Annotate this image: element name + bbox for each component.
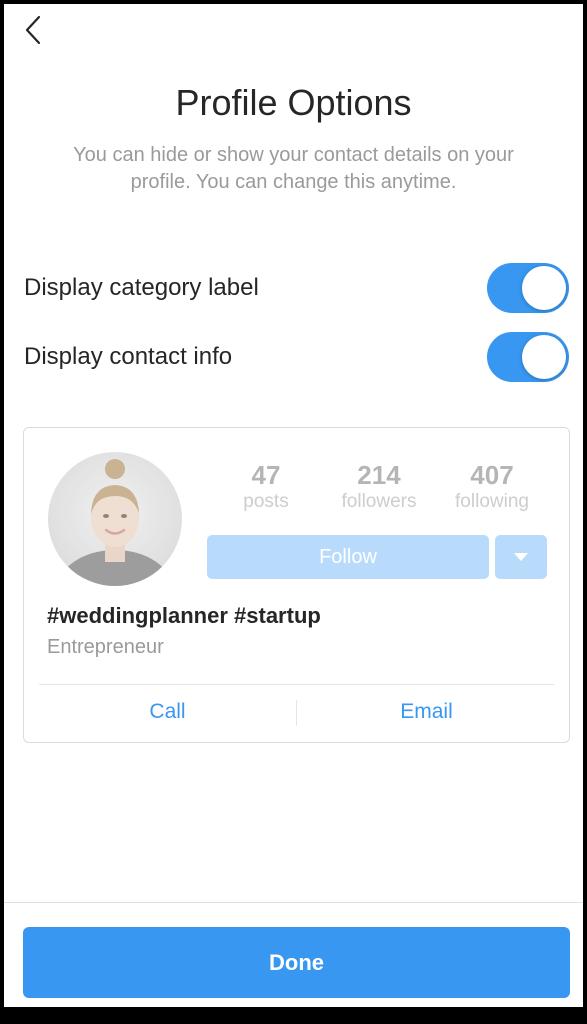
toggle-knob	[522, 335, 566, 379]
follow-button[interactable]: Follow	[207, 535, 489, 579]
profile-preview-card: 47 posts 214 followers 407 following Fol…	[23, 427, 570, 743]
setting-label: Display contact info	[24, 343, 233, 370]
setting-label: Display category label	[24, 274, 259, 301]
follow-dropdown-button[interactable]	[495, 535, 547, 579]
email-link[interactable]: Email	[297, 690, 556, 734]
stat-count: 47	[251, 460, 281, 490]
profile-stats: 47 posts 214 followers 407 following	[214, 460, 554, 514]
stat-count: 214	[357, 460, 401, 490]
divider	[39, 684, 554, 685]
page-subtitle: You can hide or show your contact detail…	[73, 144, 514, 193]
divider	[4, 902, 583, 903]
stat-following: 407 following	[440, 460, 544, 514]
avatar	[48, 452, 182, 586]
stat-label: followers	[341, 491, 417, 512]
toggle-knob	[522, 266, 566, 310]
stat-count: 407	[470, 460, 514, 490]
stat-label: posts	[243, 491, 289, 512]
back-button[interactable]	[18, 14, 48, 46]
category-label-toggle[interactable]	[487, 263, 569, 313]
bio-category: Entrepreneur	[47, 636, 164, 658]
contact-info-toggle[interactable]	[487, 332, 569, 382]
stat-followers: 214 followers	[318, 460, 440, 514]
screen: Profile Options You can hide or show you…	[4, 4, 583, 1007]
setting-row-contact-info: Display contact info	[24, 331, 569, 383]
caret-down-icon	[514, 553, 528, 561]
done-button[interactable]: Done	[23, 927, 570, 998]
page-title: Profile Options	[175, 82, 412, 123]
stat-label: following	[455, 491, 529, 512]
chevron-left-icon	[25, 15, 41, 45]
stat-posts: 47 posts	[214, 460, 318, 514]
call-link[interactable]: Call	[39, 690, 296, 734]
setting-row-category-label: Display category label	[24, 262, 569, 314]
bio-name: #weddingplanner #startup	[47, 603, 321, 628]
